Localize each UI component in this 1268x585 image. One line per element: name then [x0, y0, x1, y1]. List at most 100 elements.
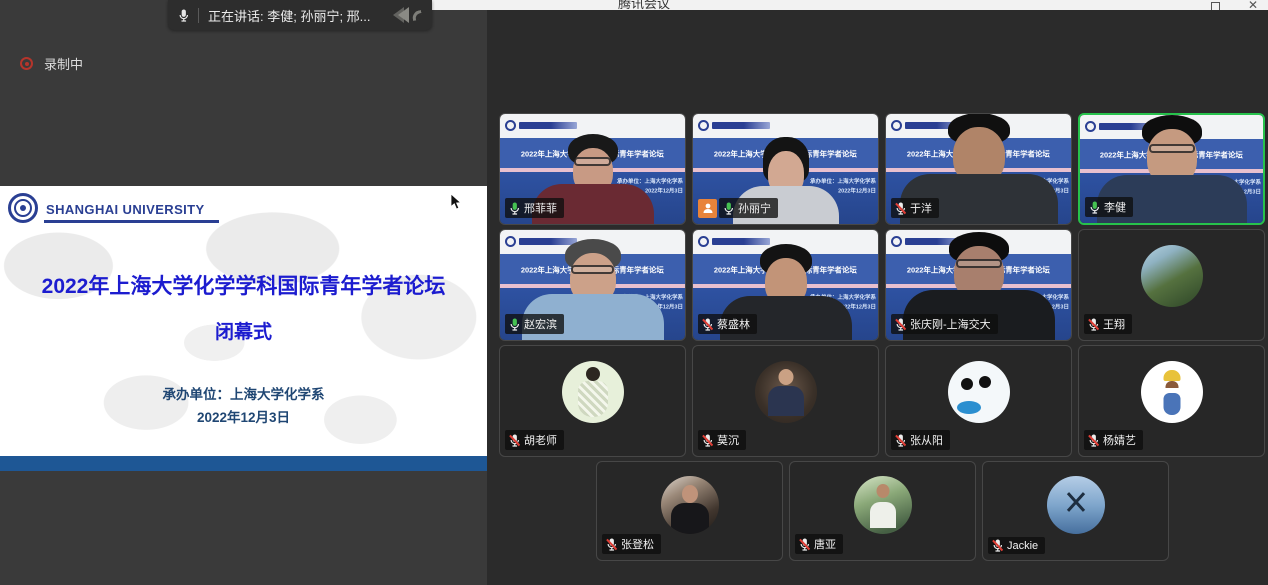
participant-tile[interactable]: 2022年上海大学化学学科国际青年学者论坛 承办单位：上海大学化学系2022年1… [499, 113, 686, 225]
video-grid-row: 张登松 唐亚 Jackie [596, 461, 1265, 561]
mic-muted-icon [895, 434, 906, 447]
name-badge: 邢菲菲 [505, 198, 564, 218]
participant-tile[interactable]: 莫沉 [692, 345, 879, 457]
participant-name: 邢菲菲 [524, 200, 557, 216]
name-badge: 杨婧艺 [1084, 430, 1143, 450]
name-badge: 于洋 [891, 198, 939, 218]
participant-name: 张从阳 [910, 432, 943, 448]
participant-name: 于洋 [910, 200, 932, 216]
participant-tile[interactable]: 2022年上海大学化学学科国际青年学者论坛 承办单位：上海大学化学系2022年1… [692, 229, 879, 341]
name-badge: 李健 [1085, 197, 1133, 217]
name-badge: 莫沉 [698, 430, 746, 450]
mic-on-icon [1089, 201, 1100, 214]
participant-tile[interactable]: 张登松 [596, 461, 783, 561]
slide-organizer: 承办单位：上海大学化学系 [0, 383, 487, 403]
video-grid-row: 2022年上海大学化学学科国际青年学者论坛 承办单位：上海大学化学系2022年1… [499, 113, 1265, 225]
speaking-label: 正在讲话: 李健; 孙丽宁; 邢... [208, 6, 371, 25]
participant-tile[interactable]: 唐亚 [789, 461, 976, 561]
video-grid: 2022年上海大学化学学科国际青年学者论坛 承办单位：上海大学化学系2022年1… [499, 113, 1265, 561]
record-icon [20, 57, 33, 70]
avatar [661, 476, 719, 534]
maximize-button[interactable] [1211, 2, 1220, 10]
window-titlebar: 腾讯会议 ✕ [428, 0, 1268, 10]
university-name: SHANGHAI UNIVERSITY [44, 202, 219, 223]
participant-name: 张庆刚-上海交大 [910, 316, 991, 332]
participant-name: 李健 [1104, 199, 1126, 215]
host-badge-icon [698, 199, 717, 218]
participant-name: 赵宏滨 [524, 316, 557, 332]
participant-tile[interactable]: 王翔 [1078, 229, 1265, 341]
name-badge: 赵宏滨 [505, 314, 564, 334]
university-emblem-icon [8, 193, 38, 223]
screen-share-panel: 录制中 SHANGHAI UNIVERSITY 2022年上海大学化学学科国际青… [0, 0, 487, 585]
avatar [1141, 245, 1203, 307]
name-badge: 王翔 [1084, 314, 1132, 334]
participant-tile[interactable]: 张从阳 [885, 345, 1072, 457]
name-badge: 张庆刚-上海交大 [891, 314, 998, 334]
name-badge: 张登松 [602, 534, 661, 554]
avatar [562, 361, 624, 423]
mic-muted-icon [799, 538, 810, 551]
undo-arrow-icon [411, 9, 423, 20]
recording-indicator: 录制中 [20, 54, 83, 73]
collapse-arrows-icon[interactable] [393, 7, 422, 23]
participant-tile[interactable]: 2022年上海大学化学学科国际青年学者论坛 承办单位：上海大学化学系2022年1… [885, 113, 1072, 225]
app-title: 腾讯会议 [618, 0, 670, 10]
mic-muted-icon [702, 318, 713, 331]
mic-muted-icon [992, 539, 1003, 552]
speaking-indicator-bar[interactable]: 正在讲话: 李健; 孙丽宁; 邢... [168, 0, 432, 30]
mic-muted-icon [895, 202, 906, 215]
university-logo: SHANGHAI UNIVERSITY [8, 193, 219, 223]
avatar [755, 361, 817, 423]
mic-on-icon [723, 202, 734, 215]
avatar [1047, 476, 1105, 534]
avatar [854, 476, 912, 534]
mic-on-icon [509, 202, 520, 215]
mic-muted-icon [509, 434, 520, 447]
arrow-icon [398, 7, 409, 23]
participant-name: 张登松 [621, 536, 654, 552]
participant-name: 王翔 [1103, 316, 1125, 332]
participant-tile-active-speaker[interactable]: 2022年上海大学化学学科国际青年学者论坛 承办单位：上海大学化学系2022年1… [1078, 113, 1265, 225]
slide-subtitle: 闭幕式 [0, 317, 487, 344]
mic-on-icon [509, 318, 520, 331]
video-grid-row: 2022年上海大学化学学科国际青年学者论坛 承办单位：上海大学化学系2022年1… [499, 229, 1265, 341]
divider [198, 8, 199, 23]
name-badge: 孙丽宁 [698, 198, 778, 218]
name-badge: Jackie [988, 537, 1045, 554]
shared-slide: SHANGHAI UNIVERSITY 2022年上海大学化学学科国际青年学者论… [0, 186, 487, 471]
participant-name: 莫沉 [717, 432, 739, 448]
slide-bottom-bar [0, 456, 487, 471]
name-badge: 唐亚 [795, 534, 843, 554]
avatar [948, 361, 1010, 423]
participant-tile[interactable]: Jackie [982, 461, 1169, 561]
participant-tile[interactable]: 胡老师 [499, 345, 686, 457]
name-badge: 蔡盛林 [698, 314, 757, 334]
participant-name: Jackie [1007, 540, 1038, 552]
mic-muted-icon [606, 538, 617, 551]
participant-name: 杨婧艺 [1103, 432, 1136, 448]
mic-muted-icon [702, 434, 713, 447]
participant-tile[interactable]: 2022年上海大学化学学科国际青年学者论坛 承办单位：上海大学化学系2022年1… [885, 229, 1072, 341]
close-button[interactable]: ✕ [1248, 0, 1258, 10]
participant-tile[interactable]: 2022年上海大学化学学科国际青年学者论坛 承办单位：上海大学化学系2022年1… [499, 229, 686, 341]
participant-name: 蔡盛林 [717, 316, 750, 332]
participant-tile[interactable]: 2022年上海大学化学学科国际青年学者论坛 承办单位：上海大学化学系2022年1… [692, 113, 879, 225]
name-badge: 胡老师 [505, 430, 564, 450]
meeting-window: 腾讯会议 ✕ 录制中 SHANGHAI UNIVERSITY 2022年上海大学… [0, 0, 1268, 585]
mic-muted-icon [1088, 318, 1099, 331]
slide-title: 2022年上海大学化学学科国际青年学者论坛 [0, 270, 487, 300]
mic-icon [178, 9, 189, 22]
participant-tile[interactable]: 杨婧艺 [1078, 345, 1265, 457]
video-grid-row: 胡老师 莫沉 张从阳 [499, 345, 1265, 457]
name-badge: 张从阳 [891, 430, 950, 450]
mic-muted-icon [895, 318, 906, 331]
slide-date: 2022年12月3日 [0, 406, 487, 426]
avatar [1141, 361, 1203, 423]
participant-name: 唐亚 [814, 536, 836, 552]
mic-muted-icon [1088, 434, 1099, 447]
participant-name: 孙丽宁 [738, 200, 771, 216]
participant-name: 胡老师 [524, 432, 557, 448]
mouse-cursor-icon [450, 194, 461, 210]
recording-label: 录制中 [44, 54, 83, 73]
